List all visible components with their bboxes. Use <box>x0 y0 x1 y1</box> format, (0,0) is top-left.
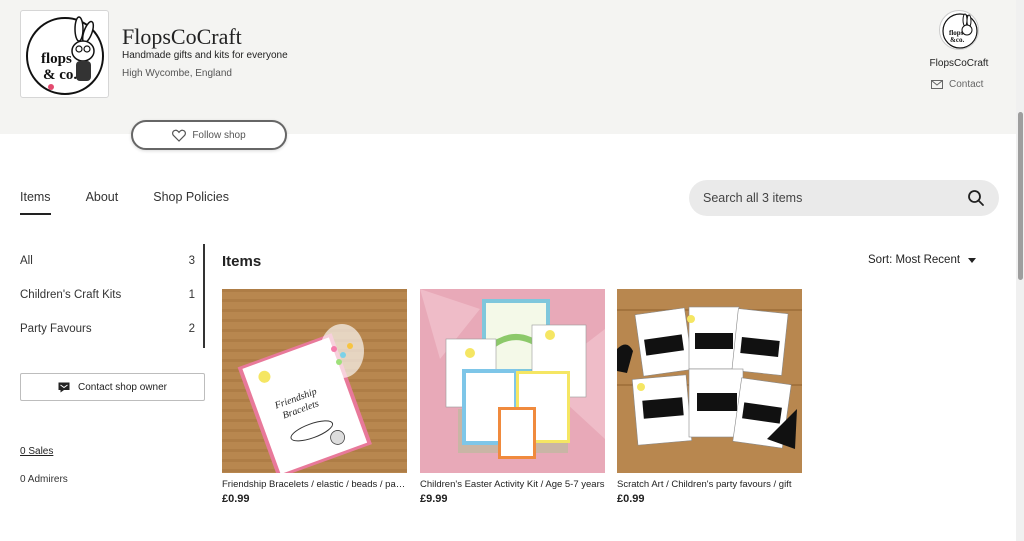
search-input[interactable] <box>703 189 953 207</box>
follow-label: Follow shop <box>192 129 246 141</box>
listing-price: £0.99 <box>222 493 250 505</box>
tab-items[interactable]: Items <box>20 190 51 215</box>
shop-tabs: Items About Shop Policies <box>20 190 264 215</box>
shop-location: High Wycombe, England <box>122 68 232 79</box>
items-heading: Items <box>222 253 262 270</box>
shop-name: FlopsCoCraft <box>122 24 242 49</box>
search-icon[interactable] <box>967 189 985 207</box>
caret-down-icon <box>968 257 977 263</box>
chat-icon <box>58 382 70 392</box>
listing-price: £0.99 <box>617 493 645 505</box>
contact-label: Contact <box>949 79 984 90</box>
contact-shop-owner-button[interactable]: Contact shop owner <box>20 373 205 401</box>
follow-shop-button[interactable]: Follow shop <box>131 120 287 150</box>
listing-image[interactable] <box>420 289 605 473</box>
svg-text:flops: flops <box>41 51 72 67</box>
sidebar-item-childrens-craft-kits[interactable]: Children's Craft Kits 1 <box>20 289 195 301</box>
sidebar-item-all[interactable]: All 3 <box>20 255 195 267</box>
listing-card[interactable]: Friendship Bracelets Friendship Bracelet… <box>222 289 407 505</box>
bunny-avatar-icon: flops &co. <box>942 13 978 49</box>
heart-icon <box>172 129 187 142</box>
mail-icon <box>931 80 943 89</box>
shop-tagline: Handmade gifts and kits for everyone <box>122 50 288 61</box>
listing-title[interactable]: Friendship Bracelets / elastic / beads /… <box>222 479 407 490</box>
listing-price: £9.99 <box>420 493 448 505</box>
shop-logo[interactable]: flops & co. <box>20 10 109 98</box>
owner-contact-link[interactable]: Contact <box>931 79 983 90</box>
sidebar-item-label: Children's Craft Kits <box>20 289 122 301</box>
bunny-logo-icon: flops & co. <box>26 16 104 95</box>
sidebar-item-party-favours[interactable]: Party Favours 2 <box>20 323 195 335</box>
scrollbar-thumb[interactable] <box>1018 112 1023 280</box>
sidebar-item-label: All <box>20 255 33 267</box>
admirers-count: 0 Admirers <box>20 474 68 485</box>
tab-shop-policies[interactable]: Shop Policies <box>153 190 229 215</box>
sidebar-item-count: 3 <box>188 255 195 267</box>
sales-link[interactable]: 0 Sales <box>20 446 53 457</box>
sidebar-item-count: 2 <box>188 323 195 335</box>
svg-text:&co.: &co. <box>950 36 964 44</box>
contact-owner-label: Contact shop owner <box>78 381 167 393</box>
shop-search <box>689 180 999 216</box>
tab-about[interactable]: About <box>86 190 119 215</box>
listing-image[interactable] <box>617 289 802 473</box>
sidebar-item-label: Party Favours <box>20 323 92 335</box>
listing-title[interactable]: Children's Easter Activity Kit / Age 5-7… <box>420 479 605 490</box>
listing-image[interactable]: Friendship Bracelets <box>222 289 407 473</box>
owner-avatar[interactable]: flops &co. <box>939 10 979 50</box>
listing-title[interactable]: Scratch Art / Children's party favours /… <box>617 479 802 490</box>
svg-text:& co.: & co. <box>43 67 77 83</box>
sort-dropdown[interactable]: Sort: Most Recent <box>868 254 977 266</box>
listing-card[interactable]: Scratch Art / Children's party favours /… <box>617 289 802 505</box>
sidebar-item-count: 1 <box>188 289 195 301</box>
shop-banner <box>0 0 1016 134</box>
sort-label: Sort: Most Recent <box>868 254 961 266</box>
sidebar-active-indicator <box>203 244 205 348</box>
owner-name[interactable]: FlopsCoCraft <box>910 58 1008 69</box>
listing-card[interactable]: Children's Easter Activity Kit / Age 5-7… <box>420 289 605 505</box>
